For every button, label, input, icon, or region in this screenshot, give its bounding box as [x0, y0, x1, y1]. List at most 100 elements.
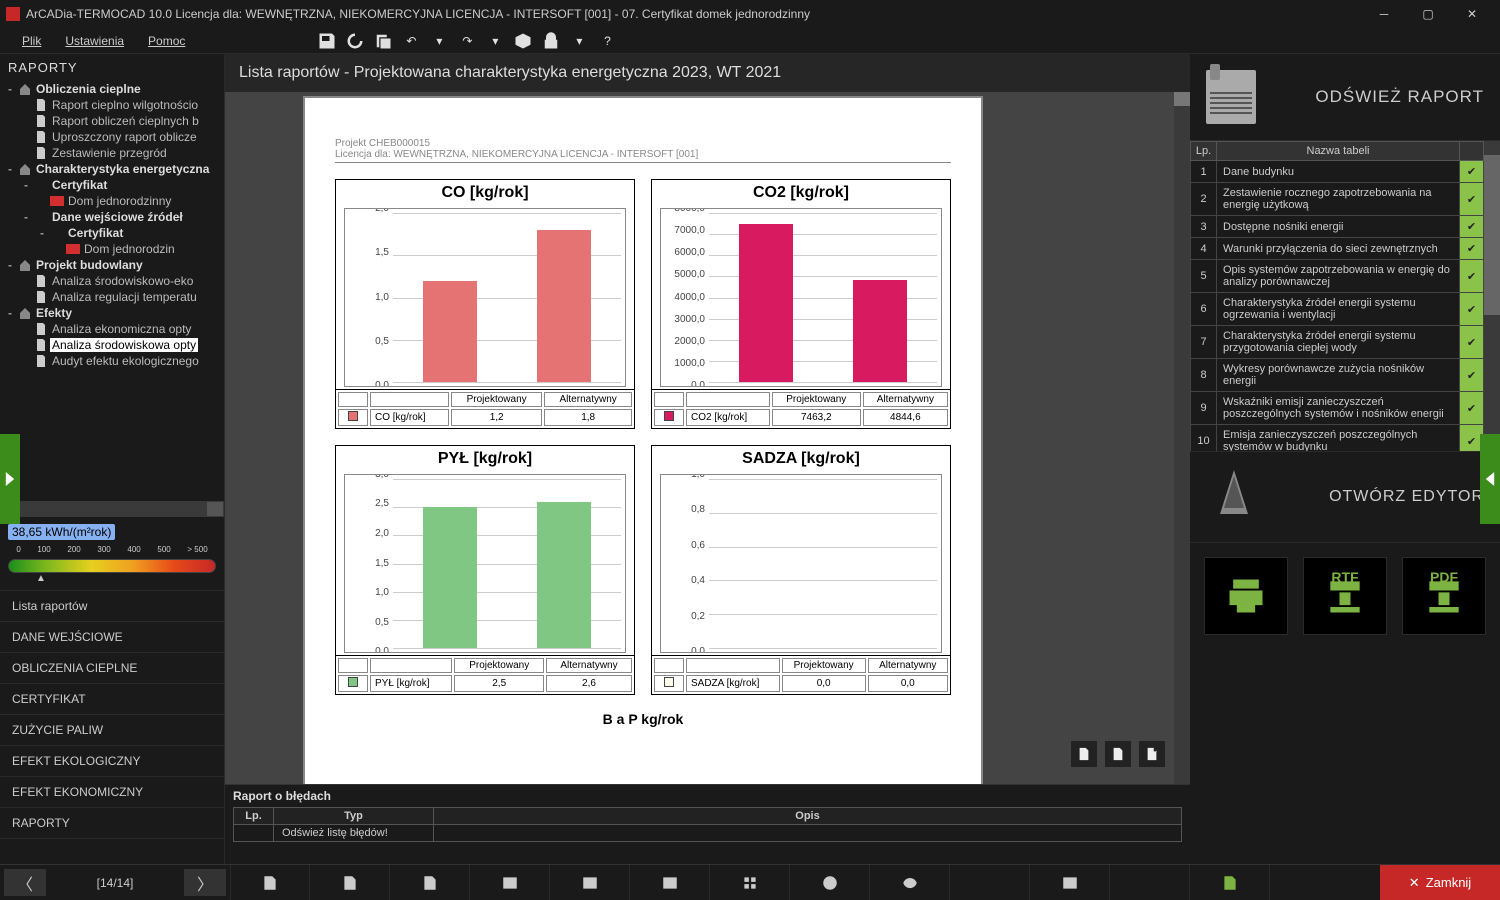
table-row[interactable]: 5Opis systemów zapotrzebowania w energię…	[1191, 260, 1484, 293]
report-tree[interactable]: -Obliczenia cieplneRaport cieplno wilgot…	[0, 81, 224, 501]
table-row[interactable]: 1Dane budynku✔	[1191, 161, 1484, 183]
tree-node[interactable]: -Efekty	[0, 305, 224, 321]
tree-node[interactable]: Analiza środowiskowa opty	[0, 337, 224, 353]
tree-node[interactable]: Dom jednorodzinny	[0, 193, 224, 209]
nav-item[interactable]: OBLICZENIA CIEPLNE	[0, 653, 224, 684]
table-row[interactable]: 10Emisja zanieczyszczeń poszczególnych s…	[1191, 425, 1484, 452]
table-row[interactable]: 6Charakterystyka źródeł energii systemu …	[1191, 293, 1484, 326]
bottom-tool-11[interactable]	[1110, 865, 1190, 900]
bottom-tool-5[interactable]	[630, 865, 710, 900]
bottom-tool-3[interactable]	[470, 865, 550, 900]
tree-node[interactable]: Audyt efektu ekologicznego	[0, 353, 224, 369]
tree-node[interactable]: Raport cieplno wilgotnościo	[0, 97, 224, 113]
refresh-icon[interactable]	[345, 31, 365, 51]
nav-item[interactable]: CERTYFIKAT	[0, 684, 224, 715]
open-editor-button[interactable]: OTWÓRZ EDYTOR	[1190, 451, 1500, 543]
tree-node[interactable]: -Charakterystyka energetyczna	[0, 161, 224, 177]
bottom-tool-1[interactable]	[310, 865, 390, 900]
error-panel: Raport o błędach Lp.TypOpis Odśwież list…	[225, 784, 1190, 864]
expand-tab-right[interactable]	[1480, 434, 1500, 524]
cutoff-title: B a P kg/rok	[305, 711, 981, 727]
tree-node[interactable]: -Certyfikat	[0, 225, 224, 241]
table-row[interactable]: 9Wskaźniki emisji zanieczyszczeń poszcze…	[1191, 392, 1484, 425]
nav-item[interactable]: ZUŻYCIE PALIW	[0, 715, 224, 746]
tree-node[interactable]: Analiza ekonomiczna opty	[0, 321, 224, 337]
chart: PYŁ [kg/rok]0,00,51,01,52,02,53,0Projekt…	[335, 445, 635, 695]
tree-node[interactable]: -Projekt budowlany	[0, 257, 224, 273]
table-list: Lp.Nazwa tabeli 1Dane budynku✔2Zestawien…	[1190, 141, 1500, 451]
redo-icon[interactable]: ↷	[457, 31, 477, 51]
refresh-report-button[interactable]: ODŚWIEŻ RAPORT	[1190, 54, 1500, 141]
export-rtf-button[interactable]: RTF	[1303, 557, 1387, 635]
tree-node[interactable]: -Dane wejściowe źródeł	[0, 209, 224, 225]
table-row[interactable]: 3Dostępne nośniki energii✔	[1191, 216, 1484, 238]
close-panel-button[interactable]: ✕ Zamknij	[1380, 865, 1500, 900]
window-title: ArCADia-TERMOCAD 10.0 Licencja dla: WEWN…	[26, 7, 810, 21]
tree-scrollbar-h[interactable]	[0, 501, 224, 517]
tree-node[interactable]: Dom jednorodzin	[0, 241, 224, 257]
lock-dropdown-icon[interactable]: ▾	[569, 31, 589, 51]
tree-node[interactable]: -Certyfikat	[0, 177, 224, 193]
page-prev-button[interactable]: 〈	[4, 869, 46, 896]
nav-item[interactable]: Lista raportów	[0, 591, 224, 622]
tree-node[interactable]: Zestawienie przegród	[0, 145, 224, 161]
lock-icon[interactable]	[541, 31, 561, 51]
minimize-button[interactable]: ─	[1362, 0, 1406, 28]
bottom-tool-0[interactable]	[230, 865, 310, 900]
table-row[interactable]: 2Zestawienie rocznego zapotrzebowania na…	[1191, 183, 1484, 216]
maximize-button[interactable]: ▢	[1406, 0, 1450, 28]
undo-dropdown-icon[interactable]: ▾	[429, 31, 449, 51]
chart: CO [kg/rok]0,00,51,01,52,0ProjektowanyAl…	[335, 179, 635, 429]
bottom-toolbar: 〈 [14/14] 〉 ✕ Zamknij	[0, 864, 1500, 900]
table-scrollbar-v[interactable]	[1484, 141, 1500, 451]
doc-tool-3[interactable]	[1138, 740, 1166, 768]
doc-scrollbar-v[interactable]	[1174, 92, 1190, 784]
tree-node[interactable]: -Obliczenia cieplne	[0, 81, 224, 97]
export-pdf-button[interactable]: PDF	[1402, 557, 1486, 635]
page-indicator: [14/14]	[50, 865, 180, 900]
redo-dropdown-icon[interactable]: ▾	[485, 31, 505, 51]
bottom-tool-12[interactable]	[1190, 865, 1270, 900]
table-row[interactable]: 8Wykresy porównawcze zużycia nośników en…	[1191, 359, 1484, 392]
bottom-tool-4[interactable]	[550, 865, 630, 900]
nav-item[interactable]: RAPORTY	[0, 808, 224, 839]
print-button[interactable]	[1204, 557, 1288, 635]
report-page: Projekt CHEB000015 Licencja dla: WEWNĘTR…	[303, 96, 983, 784]
energy-gauge: 38,65 kWh/(m²rok) 0100200300400500> 500 …	[0, 517, 224, 590]
app-icon	[6, 7, 20, 21]
table-row[interactable]: 7Charakterystyka źródeł energii systemu …	[1191, 326, 1484, 359]
page-next-button[interactable]: 〉	[184, 869, 226, 896]
nav-item[interactable]: DANE WEJŚCIOWE	[0, 622, 224, 653]
bottom-tool-7[interactable]	[790, 865, 870, 900]
menu-ustawienia[interactable]: Ustawienia	[53, 30, 136, 52]
bottom-tool-8[interactable]	[870, 865, 950, 900]
copy-icon[interactable]	[373, 31, 393, 51]
bottom-tool-10[interactable]	[1030, 865, 1110, 900]
close-button[interactable]: ✕	[1450, 0, 1494, 28]
chart: CO2 [kg/rok]0,01000,02000,03000,04000,05…	[651, 179, 951, 429]
nav-item[interactable]: EFEKT EKONOMICZNY	[0, 777, 224, 808]
document-viewport[interactable]: Projekt CHEB000015 Licencja dla: WEWNĘTR…	[225, 92, 1190, 784]
bottom-tool-6[interactable]	[710, 865, 790, 900]
tree-node[interactable]: Raport obliczeń cieplnych b	[0, 113, 224, 129]
tree-node[interactable]: Analiza regulacji temperatu	[0, 289, 224, 305]
help-icon[interactable]: ?	[597, 31, 617, 51]
save-icon[interactable]	[317, 31, 337, 51]
left-panel-title: RAPORTY	[0, 54, 224, 81]
project-id: Projekt CHEB000015	[335, 138, 951, 149]
menu-plik[interactable]: Plik	[10, 30, 53, 52]
undo-icon[interactable]: ↶	[401, 31, 421, 51]
bottom-tool-2[interactable]	[390, 865, 470, 900]
expand-tab-left[interactable]	[0, 434, 20, 524]
bottom-tool-9[interactable]	[950, 865, 1030, 900]
doc-tool-1[interactable]	[1070, 740, 1098, 768]
doc-tool-2[interactable]	[1104, 740, 1132, 768]
report-icon	[1206, 70, 1256, 124]
open-editor-label: OTWÓRZ EDYTOR	[1272, 488, 1484, 506]
tree-node[interactable]: Analiza środowiskowo-eko	[0, 273, 224, 289]
box-icon[interactable]	[513, 31, 533, 51]
table-row[interactable]: 4Warunki przyłączenia do sieci zewnętrzn…	[1191, 238, 1484, 260]
nav-item[interactable]: EFEKT EKOLOGICZNY	[0, 746, 224, 777]
menu-pomoc[interactable]: Pomoc	[136, 30, 197, 52]
tree-node[interactable]: Uproszczony raport oblicze	[0, 129, 224, 145]
